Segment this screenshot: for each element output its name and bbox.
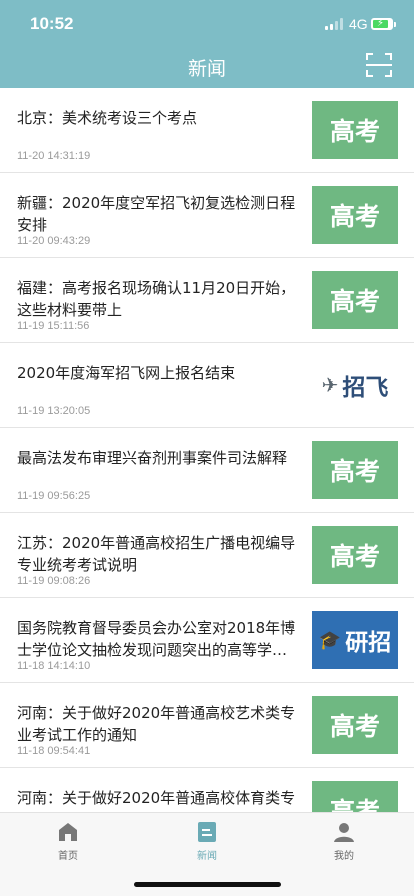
- news-title: 最高法发布审理兴奋剂刑事案件司法解释: [17, 449, 288, 467]
- tab-profile[interactable]: 我的: [314, 821, 374, 867]
- status-time: 10:52: [30, 14, 74, 33]
- home-indicator: [134, 882, 281, 887]
- header: 10:52 4G ⚡ 新闻: [0, 0, 414, 88]
- home-icon: [59, 823, 77, 841]
- thumbnail-label: 高考: [329, 457, 380, 486]
- news-time: 11-19 09:56:25: [17, 490, 91, 502]
- news-thumbnail: ✈ 招飞: [312, 356, 398, 414]
- news-list[interactable]: 北京：美术统考设三个考点 11-20 14:31:19 高考 新疆：2020年度空军招…: [0, 88, 414, 812]
- news-title: 2020年度海军招飞网上报名结束: [17, 364, 236, 382]
- news-time: 11-19 15:11:56: [17, 320, 90, 332]
- news-item[interactable]: 河南：关于做好2020年普通高校艺术类专业考试工作的通知 11-18 09:54:…: [0, 683, 414, 768]
- news-thumbnail: 高考: [312, 101, 398, 159]
- charging-icon: ⚡: [377, 18, 385, 29]
- news-title: 福建：高考报名现场确认11月20日开始，这些材料要带上: [17, 279, 296, 319]
- tab-news[interactable]: 新闻: [177, 821, 237, 867]
- news-time: 11-20 09:43:29: [17, 235, 91, 247]
- news-thumbnail: 高考: [312, 696, 398, 754]
- thumbnail-label: 高考: [329, 287, 380, 316]
- news-item[interactable]: 2020年度海军招飞网上报名结束 11-19 13:20:05 ✈ 招飞: [0, 343, 414, 428]
- news-item[interactable]: 江苏：2020年普通高校招生广播电视编导专业统考考试说明 11-19 09:08:…: [0, 513, 414, 598]
- battery-cap: [394, 22, 396, 27]
- signal-icon: [325, 18, 345, 30]
- news-item[interactable]: 河南：关于做好2020年普通高校体育类专业考试工作的通知 高考: [0, 768, 414, 812]
- page-title: 新闻: [187, 58, 226, 80]
- news-item[interactable]: 北京：美术统考设三个考点 11-20 14:31:19 高考: [0, 88, 414, 173]
- news-item[interactable]: 福建：高考报名现场确认11月20日开始，这些材料要带上 11-19 15:11:5…: [0, 258, 414, 343]
- profile-icon: [334, 823, 354, 842]
- news-time: 11-18 09:54:41: [17, 745, 91, 757]
- tab-label: 新闻: [197, 851, 217, 862]
- news-title: 北京：美术统考设三个考点: [17, 109, 198, 127]
- thumbnail-label: 研招: [345, 630, 392, 656]
- scan-button[interactable]: [365, 52, 393, 78]
- news-icon: [198, 822, 216, 842]
- news-title: 河南：关于做好2020年普通高校艺术类专业考试工作的通知: [17, 704, 296, 744]
- thumbnail-label: 高考: [329, 797, 380, 812]
- news-thumbnail: 高考: [312, 526, 398, 584]
- graduation-cap-icon: 🎓: [318, 629, 342, 651]
- news-item[interactable]: 最高法发布审理兴奋剂刑事案件司法解释 11-19 09:56:25 高考: [0, 428, 414, 513]
- airplane-icon: ✈: [321, 373, 339, 397]
- news-thumbnail: 高考: [312, 441, 398, 499]
- news-title: 新疆：2020年度空军招飞初复选检测日程安排: [17, 194, 296, 234]
- news-time: 11-20 14:31:19: [17, 150, 91, 162]
- thumbnail-label: 高考: [329, 117, 380, 146]
- news-item[interactable]: 国务院教育督导委员会办公室对2018年博士学位论文抽检发现问题突出的高等学… 11…: [0, 598, 414, 683]
- scan-icon: [366, 53, 392, 77]
- thumbnail-label: 高考: [329, 542, 380, 571]
- news-title: 江苏：2020年普通高校招生广播电视编导专业统考考试说明: [17, 534, 296, 574]
- tab-home[interactable]: 首页: [38, 821, 98, 867]
- status-bar: 10:52 4G ⚡: [0, 0, 414, 44]
- thumbnail-label: 招飞: [342, 375, 389, 401]
- network-label: 4G: [349, 16, 368, 32]
- tab-label: 我的: [334, 851, 354, 862]
- thumbnail-label: 高考: [329, 712, 380, 741]
- news-time: 11-18 14:14:10: [17, 660, 91, 672]
- thumbnail-label: 高考: [329, 202, 380, 231]
- tab-label: 首页: [58, 851, 78, 862]
- news-item[interactable]: 新疆：2020年度空军招飞初复选检测日程安排 11-20 09:43:29 高考: [0, 173, 414, 258]
- news-time: 11-19 09:08:26: [17, 575, 91, 587]
- news-thumbnail: 🎓 研招: [312, 611, 398, 669]
- news-time: 11-19 13:20:05: [17, 405, 91, 417]
- news-title: 河南：关于做好2020年普通高校体育类专业考试工作的通知: [17, 789, 296, 812]
- news-thumbnail: 高考: [312, 271, 398, 329]
- news-thumbnail: 高考: [312, 781, 398, 812]
- news-title: 国务院教育督导委员会办公室对2018年博士学位论文抽检发现问题突出的高等学…: [17, 619, 296, 659]
- news-thumbnail: 高考: [312, 186, 398, 244]
